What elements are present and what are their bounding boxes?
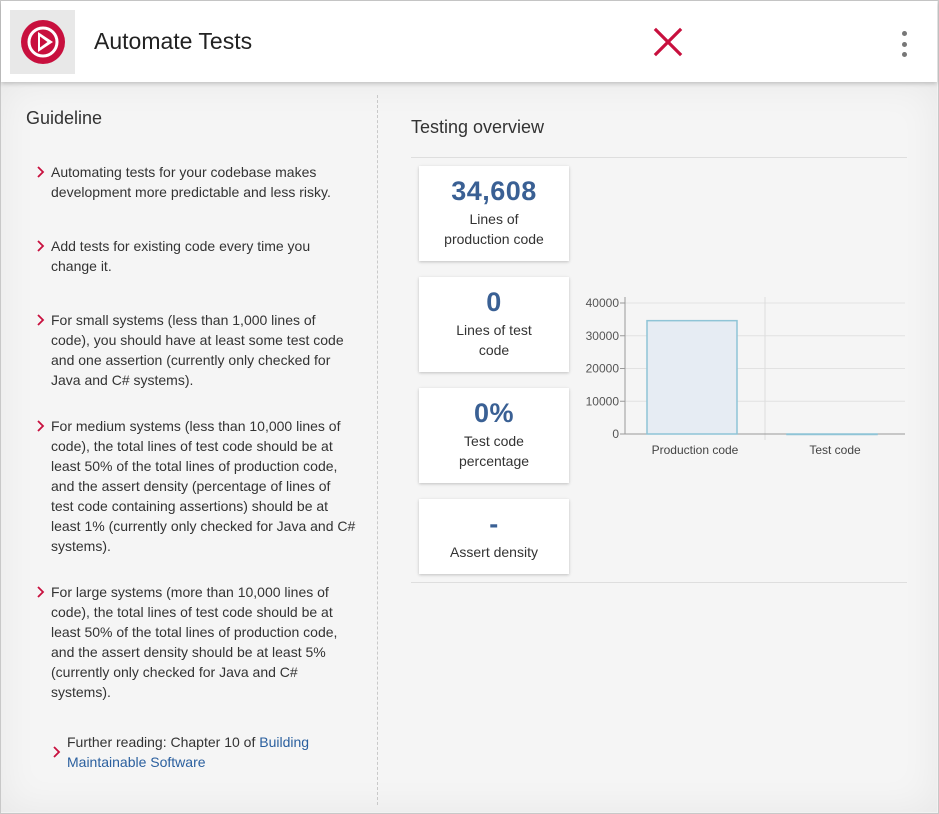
overview-title: Testing overview <box>411 117 545 137</box>
y-tick-label: 30000 <box>586 329 620 343</box>
metric-value: 0% <box>473 398 515 428</box>
guideline-item-text: For large systems (more than 10,000 line… <box>51 584 338 700</box>
metric-value: 34,608 <box>451 176 537 206</box>
chevron-right-icon <box>53 746 61 758</box>
further-reading-prefix: Further reading: Chapter 10 of <box>67 734 260 750</box>
y-tick-label: 20000 <box>586 362 620 376</box>
guideline-item-text: Add tests for existing code every time y… <box>51 238 311 274</box>
logo <box>10 10 75 74</box>
metric-value: - <box>489 509 499 539</box>
guideline-title: Guideline <box>26 108 103 128</box>
chevron-right-icon <box>37 240 45 252</box>
chevron-right-icon <box>37 586 45 598</box>
chevron-right-icon <box>37 420 45 432</box>
guideline-item-text: For medium systems (less than 10,000 lin… <box>51 418 356 554</box>
guideline-item: For small systems (less than 1,000 lines… <box>36 310 356 390</box>
guideline-item: For medium systems (less than 10,000 lin… <box>36 416 356 556</box>
metric-label: Test code percentage <box>458 433 530 469</box>
bar <box>646 319 738 435</box>
y-tick-label: 10000 <box>586 394 620 408</box>
metric-label: Lines of production code <box>444 211 544 247</box>
metric-card-assert-density: - Assert density <box>419 499 569 574</box>
bar <box>786 433 878 436</box>
close-icon[interactable] <box>653 27 683 57</box>
column-divider <box>377 95 378 805</box>
metric-card-test: 0 Lines of test code <box>419 277 569 372</box>
guideline-item: Add tests for existing code every time y… <box>36 236 356 276</box>
play-circle-icon <box>20 20 65 64</box>
guideline-item: For large systems (more than 10,000 line… <box>36 582 356 702</box>
guideline-item-text: Automating tests for your codebase makes… <box>51 164 331 200</box>
metric-label: Lines of test code <box>456 322 532 358</box>
chevron-right-icon <box>37 314 45 326</box>
metric-card-percentage: 0% Test code percentage <box>419 388 569 483</box>
metric-value: 0 <box>486 287 502 317</box>
further-reading: Further reading: Chapter 10 of Building … <box>52 732 342 772</box>
page-title: Automate Tests <box>94 28 253 54</box>
guideline-item-text: For small systems (less than 1,000 lines… <box>51 312 344 388</box>
guideline-item: Automating tests for your codebase makes… <box>36 162 356 202</box>
header-bar: Automate Tests <box>1 1 937 82</box>
metric-card-production: 34,608 Lines of production code <box>419 166 569 261</box>
x-tick-label: Production code <box>652 443 739 457</box>
metric-label: Assert density <box>450 544 538 560</box>
overview-divider-top <box>411 157 907 158</box>
chevron-right-icon <box>37 166 45 178</box>
kebab-menu-icon[interactable] <box>897 31 911 57</box>
y-tick-label: 0 <box>612 427 619 441</box>
x-tick-label: Test code <box>809 443 861 457</box>
overview-divider-bottom <box>411 582 907 583</box>
test-chart: 0 10000 20000 30000 40000 Production code Test… <box>586 296 905 457</box>
y-tick-label: 40000 <box>586 296 620 310</box>
